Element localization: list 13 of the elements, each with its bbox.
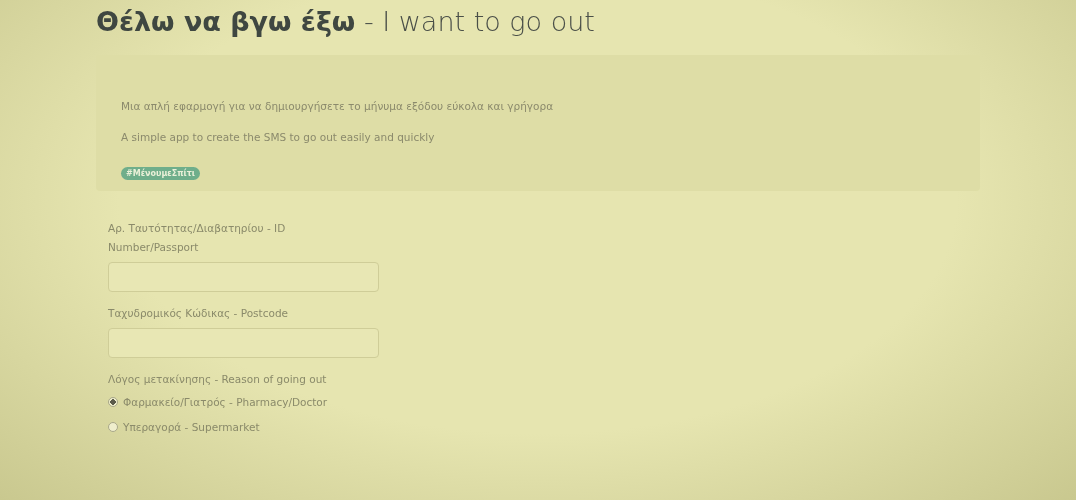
option-label: Φαρμακείο/Γιατρός - Pharmacy/Doctor: [123, 396, 328, 408]
option-label: Υπεραγορά - Supermarket: [123, 421, 260, 433]
intro-text: Μια απλή εφαρμογή για να δημιουργήσετε το μήνυμα εξόδου εύκολα και γρήγορα: [121, 99, 555, 113]
intro-text: A simple app to create the SMS to go out easily and quickly: [121, 130, 436, 144]
field-label: Αρ. Ταυτότητας/Διαβατηρίου - ID Number/Passport: [108, 221, 287, 255]
radio-button[interactable]: [108, 397, 118, 407]
input-field[interactable]: [108, 328, 379, 358]
input-field[interactable]: [108, 262, 379, 292]
radio-button[interactable]: [108, 422, 118, 432]
field-label: Ταχυδρομικός Κώδικας - Postcode: [108, 306, 290, 321]
hashtag-badge: #ΜένουμεΣπίτι: [121, 167, 200, 180]
field-label: Λόγος μετακίνησης - Reason of going out: [108, 372, 328, 387]
page-title: Θέλω να βγω έξω - I want to go out: [96, 5, 596, 39]
